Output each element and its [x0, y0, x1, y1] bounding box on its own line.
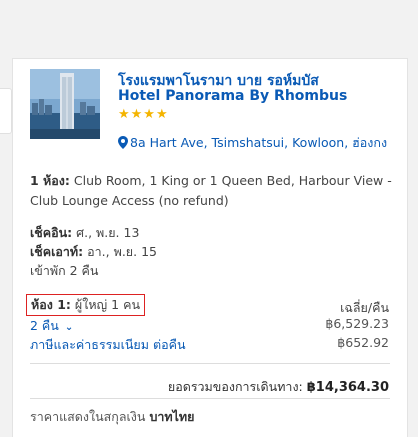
currency-name: บาทไทย	[149, 409, 195, 424]
checkin-row: เช็คอิน: ศ., พ.ย. 13	[30, 223, 395, 242]
trip-total-amount: ฿14,364.30	[306, 380, 389, 395]
chevron-down-icon: ⌄	[64, 322, 74, 333]
hotel-thumbnail[interactable]	[30, 69, 100, 139]
hotel-header: โรงแรมพาโนรามา บาย รอห์มบัส Hotel Panora…	[30, 69, 400, 150]
checkout-label: เช็คเอาท์:	[30, 244, 84, 259]
room-guests-highlight: ห้อง 1: ผู้ใหญ่ 1 คน	[26, 294, 146, 316]
taxes-fees-link[interactable]: ภาษีและค่าธรรมเนียม ต่อคืน	[30, 335, 186, 355]
map-pin-icon	[118, 136, 128, 149]
room-guests-label: ห้อง 1:	[31, 297, 71, 312]
star-rating: ★★★★	[118, 107, 169, 122]
checkout-row: เช็คเอาท์: อา., พ.ย. 15	[30, 242, 395, 261]
average-per-night-label: เฉลี่ย/คืน	[340, 300, 389, 315]
currency-note: ราคาแสดงในสกุลเงิน บาทไทย	[30, 407, 194, 427]
adjacent-panel-edge	[0, 88, 12, 134]
nights-label: 2 คืน	[30, 318, 59, 333]
nights-toggle[interactable]: 2 คืน ⌄	[30, 316, 73, 336]
taxes-fees-amount: ฿652.92	[337, 335, 389, 350]
divider	[30, 363, 390, 364]
room-description: Club Room, 1 King or 1 Queen Bed, Harbou…	[30, 173, 392, 208]
room-guests-value: ผู้ใหญ่ 1 คน	[74, 297, 141, 312]
divider	[30, 398, 390, 399]
checkout-value: อา., พ.ย. 15	[87, 244, 157, 259]
stay-length: เข้าพัก 2 คืน	[30, 263, 99, 278]
hotel-address-text: 8a Hart Ave, Tsimshatsui, Kowloon, ฮ่องก…	[130, 135, 388, 150]
booking-summary-card: โรงแรมพาโนรามา บาย รอห์มบัส Hotel Panora…	[12, 58, 408, 437]
hotel-address-link[interactable]: 8a Hart Ave, Tsimshatsui, Kowloon, ฮ่องก…	[118, 133, 387, 153]
trip-total: ยอดรวมของการเดินทาง: ฿14,364.30	[168, 377, 389, 397]
checkin-label: เช็คอิน:	[30, 225, 73, 240]
room-details: 1 ห้อง: Club Room, 1 King or 1 Queen Bed…	[30, 171, 395, 211]
nights-amount: ฿6,529.23	[325, 316, 389, 331]
hotel-photo-image	[30, 69, 100, 139]
currency-note-prefix: ราคาแสดงในสกุลเงิน	[30, 409, 146, 424]
room-count-label: 1 ห้อง:	[30, 173, 70, 188]
stay-dates: เช็คอิน: ศ., พ.ย. 13 เช็คเอาท์: อา., พ.ย…	[30, 223, 395, 280]
trip-total-label: ยอดรวมของการเดินทาง:	[167, 379, 303, 394]
hotel-name-english[interactable]: Hotel Panorama By Rhombus	[118, 88, 347, 104]
checkin-value: ศ., พ.ย. 13	[76, 225, 140, 240]
